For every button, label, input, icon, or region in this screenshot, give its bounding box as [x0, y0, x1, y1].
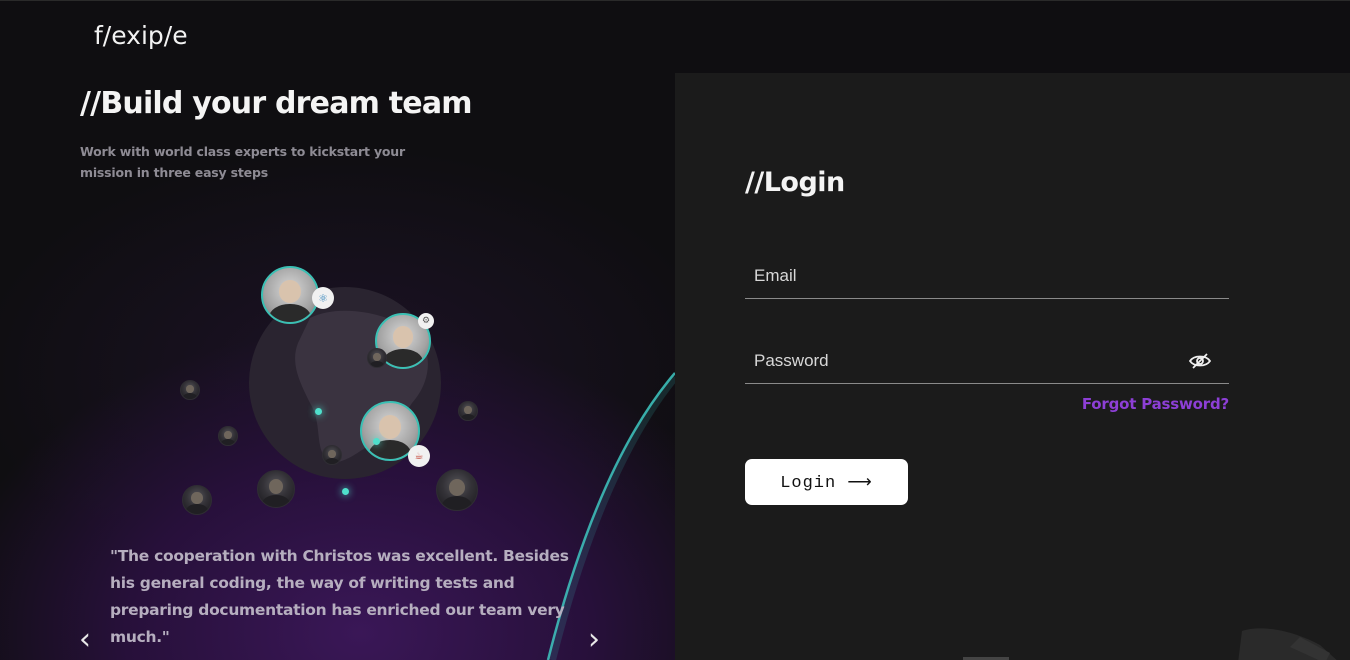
avatar-small	[367, 348, 387, 368]
chevron-left-icon[interactable]: ‹	[75, 625, 95, 655]
connection-dot	[315, 408, 322, 415]
brand-logo[interactable]: f/exip/e	[94, 21, 188, 50]
password-input[interactable]	[745, 338, 1229, 383]
decorative-shape	[1238, 628, 1337, 660]
connection-dot	[373, 438, 380, 445]
forgot-password-link[interactable]: Forgot Password?	[1060, 395, 1229, 413]
password-field	[745, 338, 1229, 384]
avatar-medium	[182, 485, 212, 515]
connection-dot	[342, 488, 349, 495]
top-navigation-bar: f/exip/e	[0, 0, 1350, 73]
chevron-right-icon[interactable]: ›	[584, 625, 604, 655]
react-icon: ⚛	[312, 287, 334, 309]
avatar-medium	[436, 469, 478, 511]
developer-avatar-1	[261, 266, 319, 324]
login-title: //Login	[745, 167, 845, 198]
email-input[interactable]	[745, 253, 1229, 298]
hero-title: //Build your dream team	[80, 86, 473, 121]
avatar-small	[458, 401, 478, 421]
hero-subtitle: Work with world class experts to kicksta…	[80, 144, 405, 180]
avatar-small	[180, 380, 200, 400]
eye-slash-icon[interactable]	[1188, 352, 1212, 370]
java-icon: ☕	[408, 445, 430, 467]
globe-illustration: ⚛ ⚙ ☕	[150, 253, 510, 515]
avatar-small	[218, 426, 238, 446]
email-field	[745, 253, 1229, 299]
login-button[interactable]: Login ⟶	[745, 459, 908, 505]
testimonial-quote: "The cooperation with Christos was excel…	[110, 547, 569, 646]
avatar-medium	[257, 470, 295, 508]
avatar-small	[322, 445, 342, 465]
gear-icon: ⚙	[418, 313, 434, 329]
